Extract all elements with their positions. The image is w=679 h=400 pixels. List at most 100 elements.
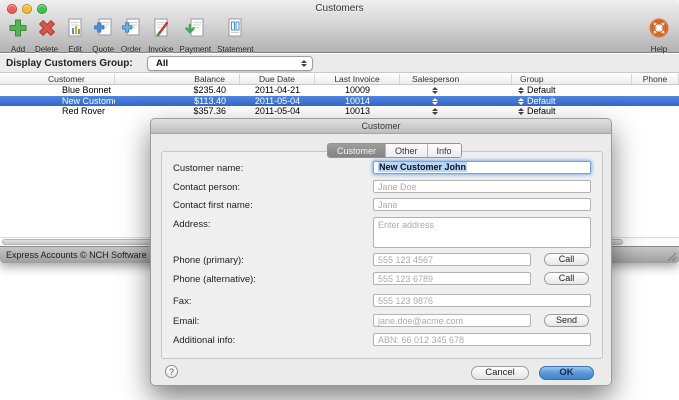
add-icon: [7, 17, 29, 44]
column-header-group[interactable]: Group: [512, 74, 632, 84]
edit-button[interactable]: Edit: [61, 17, 89, 54]
delete-icon: [36, 17, 58, 44]
fax-label: Fax:: [173, 296, 192, 307]
statement-button[interactable]: Statement: [214, 17, 256, 54]
column-header-phone[interactable]: Phone: [632, 74, 679, 84]
customers-table: Blue Bonnet $235.40 2011-04-21 10009 Def…: [0, 85, 679, 117]
cell-group: Default: [512, 96, 632, 107]
filter-bar: Display Customers Group: All: [0, 54, 679, 73]
group-stepper-icon[interactable]: [518, 108, 524, 115]
statement-label: Statement: [217, 45, 254, 54]
cell-last-invoice: 10013: [344, 106, 371, 116]
phone-alternative-field[interactable]: [373, 272, 531, 285]
send-email-button[interactable]: Send: [544, 314, 589, 327]
contact-first-name-label: Contact first name:: [173, 200, 253, 211]
quote-label: Quote: [92, 45, 115, 54]
toolbar: Add Delete Edit Quote Order Invoice Paym…: [4, 17, 257, 54]
cell-last-invoice: 10009: [344, 85, 371, 95]
additional-info-field[interactable]: [373, 333, 591, 346]
table-header: Customer Balance Due Date Last Invoice S…: [0, 74, 679, 85]
column-header-due-date[interactable]: Due Date: [240, 74, 315, 84]
ok-button[interactable]: OK: [539, 366, 594, 380]
invoice-icon: [150, 17, 172, 44]
phone-primary-field[interactable]: [373, 253, 531, 266]
group-stepper-icon[interactable]: [518, 97, 524, 105]
cell-balance: $357.36: [193, 106, 226, 116]
payment-label: Payment: [179, 45, 212, 54]
dropdown-stepper-icon: [301, 60, 307, 67]
dialog-title: Customer: [361, 121, 401, 131]
salesperson-stepper-icon[interactable]: [432, 108, 438, 115]
table-row[interactable]: Red Rover $357.36 2011-05-04 10013 Defau…: [0, 106, 679, 117]
order-icon: [120, 17, 142, 44]
cell-group: Default: [512, 85, 632, 96]
screen: Customers Add Delete Edit Quote Order In…: [0, 0, 679, 400]
group-value: Default: [527, 85, 556, 95]
delete-button[interactable]: Delete: [32, 17, 61, 54]
statement-icon: [224, 17, 246, 44]
dialog-titlebar: Customer: [151, 119, 611, 134]
customers-group-label: Display Customers Group:: [6, 58, 133, 69]
group-stepper-icon[interactable]: [518, 87, 524, 94]
payment-button[interactable]: Payment: [176, 17, 214, 54]
salesperson-stepper-icon[interactable]: [432, 97, 438, 105]
tab-customer[interactable]: Customer: [328, 144, 387, 157]
customer-name-label: Customer name:: [173, 163, 244, 174]
phone-primary-label: Phone (primary):: [173, 255, 244, 266]
delete-label: Delete: [35, 45, 59, 54]
tab-other[interactable]: Other: [386, 144, 428, 157]
dialog-help-button[interactable]: ?: [165, 365, 178, 378]
order-label: Order: [120, 45, 142, 54]
table-row-selected[interactable]: New Customer John $113.40 2011-05-04 100…: [0, 95, 679, 107]
cell-due-date: 2011-04-21: [254, 85, 301, 95]
cell-due-date: 2011-05-04: [254, 106, 301, 116]
cell-salesperson: [400, 96, 512, 107]
invoice-label: Invoice: [148, 45, 174, 54]
customers-group-value: All: [156, 58, 169, 69]
help-button[interactable]: Help: [645, 17, 673, 54]
column-header-balance[interactable]: Balance: [115, 74, 240, 84]
cancel-button[interactable]: Cancel: [471, 366, 529, 380]
call-primary-button[interactable]: Call: [544, 253, 589, 266]
phone-alternative-label: Phone (alternative):: [173, 274, 256, 285]
cell-last-invoice: 10014: [344, 95, 371, 106]
edit-label: Edit: [68, 45, 83, 54]
contact-person-label: Contact person:: [173, 182, 241, 193]
fax-field[interactable]: [373, 294, 591, 307]
salesperson-stepper-icon[interactable]: [432, 87, 438, 94]
invoice-button[interactable]: Invoice: [145, 17, 176, 54]
customer-name-field[interactable]: New Customer John: [373, 161, 591, 174]
column-header-last-invoice[interactable]: Last Invoice: [315, 74, 400, 84]
order-button[interactable]: Order: [117, 17, 145, 54]
additional-info-label: Additional info:: [173, 335, 236, 346]
tab-info[interactable]: Info: [427, 144, 461, 157]
address-field[interactable]: [373, 217, 591, 248]
resize-grip[interactable]: [665, 249, 677, 262]
cell-customer: Blue Bonnet: [62, 85, 112, 95]
column-header-customer[interactable]: Customer: [0, 74, 115, 84]
contact-first-name-field[interactable]: [373, 198, 591, 211]
cell-customer: Red Rover: [62, 106, 106, 116]
add-label: Add: [10, 45, 26, 54]
table-row[interactable]: Blue Bonnet $235.40 2011-04-21 10009 Def…: [0, 85, 679, 96]
status-text: Express Accounts © NCH Software: [6, 250, 147, 260]
quote-icon: [92, 17, 114, 44]
cell-balance: $235.40: [193, 85, 226, 95]
dialog-tabs: Customer Other Info: [327, 143, 462, 158]
cell-group: Default: [512, 106, 632, 117]
email-label: Email:: [173, 316, 200, 327]
cell-phone: [632, 85, 679, 96]
column-header-salesperson[interactable]: Salesperson: [400, 74, 512, 84]
cell-salesperson: [400, 85, 512, 96]
call-alternative-button[interactable]: Call: [544, 272, 589, 285]
window-title: Customers: [315, 3, 364, 14]
email-field[interactable]: [373, 314, 531, 327]
add-button[interactable]: Add: [4, 17, 32, 54]
quote-button[interactable]: Quote: [89, 17, 117, 54]
titlebar: Customers Add Delete Edit Quote Order In…: [0, 0, 679, 54]
cell-customer: New Customer John: [62, 95, 115, 106]
edit-icon: [64, 17, 86, 44]
contact-person-field[interactable]: [373, 180, 591, 193]
address-label: Address:: [173, 219, 211, 230]
customers-group-select[interactable]: All: [147, 56, 313, 71]
